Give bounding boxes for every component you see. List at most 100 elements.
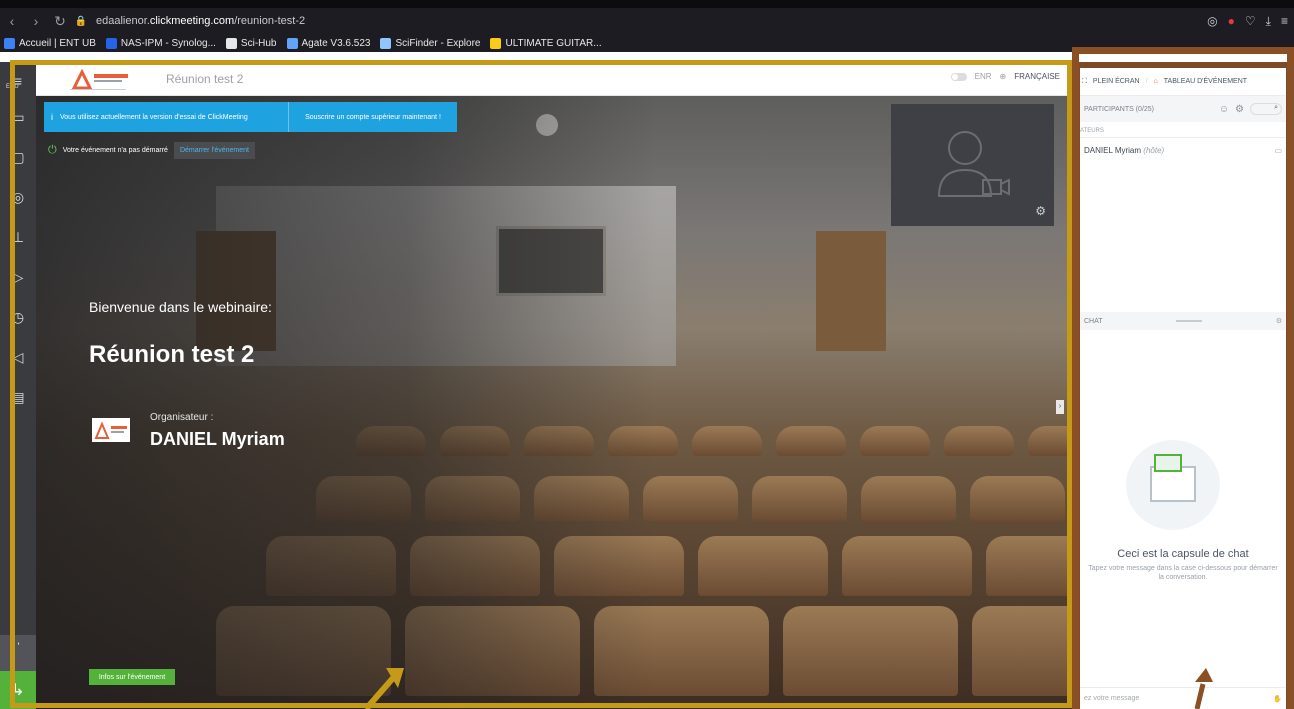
presenter-icon[interactable]: ⊥ — [0, 222, 36, 252]
chat-illustration — [1126, 440, 1220, 530]
globe-icon: ⊕ — [999, 72, 1007, 81]
menu-icon[interactable]: ≡ — [0, 66, 36, 96]
menu-icon[interactable]: ≡ — [1281, 14, 1288, 28]
bookmark-label: Accueil | ENT UB — [19, 37, 96, 49]
add-user-icon[interactable]: ☺ — [1219, 104, 1229, 115]
bookmark-item[interactable]: Agate V3.6.523 — [286, 37, 370, 49]
participant-role: (hôte) — [1143, 146, 1165, 155]
collapse-panel-icon[interactable]: › — [1056, 400, 1064, 414]
participants-count: PARTICIPANTS (0/25) — [1084, 105, 1155, 113]
participant-name: DANIEL Myriam — [1084, 146, 1142, 155]
video-icon[interactable]: ▭ — [0, 102, 36, 132]
bookmark-label: NAS-IPM - Synolog... — [120, 37, 216, 49]
sidebar-secondary-button[interactable]: ◑ — [0, 635, 36, 671]
bookmark-item[interactable]: Accueil | ENT UB — [4, 37, 96, 49]
chat-bubble-icon — [1154, 454, 1182, 472]
heart-icon[interactable]: ♡ — [1245, 14, 1256, 28]
user-camera-icon — [937, 131, 1010, 197]
background-chair — [944, 426, 1014, 456]
shield-icon[interactable]: ● — [1228, 14, 1235, 28]
megaphone-icon[interactable]: ◁ — [0, 342, 36, 372]
participant-row[interactable]: DANIEL Myriam (hôte) ▭ — [1080, 138, 1286, 163]
language-selector[interactable]: FRANÇAISE — [1014, 72, 1060, 81]
document-icon[interactable]: ▤ — [0, 382, 36, 412]
dashboard-button[interactable]: TABLEAU D'ÉVÉNEMENT — [1164, 78, 1247, 85]
share-icon[interactable]: ▷ — [0, 262, 36, 292]
reload-icon[interactable]: ↻ — [48, 13, 72, 30]
bookmark-favicon-icon — [225, 37, 237, 49]
event-stage: i Vous utilisez actuellement la version … — [36, 96, 1072, 709]
bookmark-favicon-icon — [105, 37, 117, 49]
address-bar[interactable]: edaalienor.clickmeeting.com/reunion-test… — [96, 15, 305, 27]
chat-resize-handle[interactable] — [1176, 320, 1203, 322]
background-chair — [643, 476, 738, 521]
bookmark-item[interactable]: Sci-Hub — [225, 37, 277, 49]
event-status-text: Votre événement n'a pas démarré — [62, 147, 168, 154]
event-info-button[interactable]: Infos sur l'événement — [89, 669, 175, 685]
upgrade-button[interactable]: Souscrire un compte supérieur maintenant… — [288, 102, 457, 132]
participant-group-label: ATEURS — [1080, 122, 1286, 138]
organizer-label: Organisateur : — [150, 412, 214, 423]
background-chair — [752, 476, 847, 521]
chat-settings-icon[interactable]: ⚙ — [1276, 317, 1282, 325]
bookmark-label: Sci-Hub — [240, 37, 277, 49]
recording-toggle[interactable] — [950, 72, 967, 81]
right-panel-content: ⛶ PLEIN ÉCRAN / ⌂ TABLEAU D'ÉVÉNEMENT PA… — [1080, 68, 1286, 709]
chat-input-placeholder: ez votre message — [1084, 695, 1140, 702]
chat-empty-subtitle: Tapez votre message dans la case ci-dess… — [1088, 565, 1278, 581]
right-panel: ⛶ PLEIN ÉCRAN / ⌂ TABLEAU D'ÉVÉNEMENT PA… — [1072, 62, 1294, 709]
participants-header: PARTICIPANTS (0/25) ☺ ⚙ ⌕ — [1080, 96, 1286, 122]
download-icon[interactable]: ⤓ — [1266, 14, 1271, 29]
background-chair — [861, 476, 956, 521]
event-title: Réunion test 2 — [166, 72, 244, 86]
participant-search-icon[interactable]: ⌕ — [1250, 103, 1282, 115]
welcome-text: Bienvenue dans le webinaire: — [89, 299, 272, 315]
menu-label: ENU — [6, 84, 19, 90]
left-sidebar: ≡ ENU ▭ ▢ ◎ ⊥ ▷ ◷ ◁ ▤ ◑ ↳ — [0, 62, 36, 709]
back-icon[interactable]: ‹ — [0, 13, 24, 29]
dashboard-icon: ⌂ — [1153, 78, 1158, 85]
bookmark-item[interactable]: SciFinder - Explore — [380, 37, 481, 49]
sidebar-exit-button[interactable]: ↳ — [0, 671, 36, 709]
fullscreen-icon: ⛶ — [1082, 77, 1087, 85]
bookmark-favicon-icon — [4, 37, 15, 49]
compass-icon[interactable]: ◎ — [0, 182, 36, 212]
organizer-name: DANIEL Myriam — [150, 429, 285, 449]
participants-settings-icon[interactable]: ⚙ — [1235, 104, 1244, 115]
toolbar-separator: / — [1145, 78, 1148, 85]
background-chair — [1028, 426, 1072, 456]
chat-message-input[interactable]: ez votre message ✋ — [1080, 687, 1286, 709]
background-chair — [698, 536, 828, 596]
bookmark-label: ULTIMATE GUITAR... — [505, 37, 602, 49]
background-chair — [776, 426, 846, 456]
bookmark-item[interactable]: ULTIMATE GUITAR... — [490, 37, 602, 49]
camera-settings-icon[interactable]: ⚙ — [1035, 204, 1046, 218]
poll-icon[interactable]: ◷ — [0, 302, 36, 332]
bookmarks-bar: Accueil | ENT UB NAS-IPM - Synolog... Sci-… — [0, 34, 1294, 52]
chat-label: CHAT — [1084, 317, 1103, 325]
stage-overlay — [36, 96, 656, 709]
start-event-button[interactable]: Démarrer l'événement — [173, 142, 255, 159]
bookmark-item[interactable]: NAS-IPM - Synolog... — [105, 37, 216, 49]
camera-preview: ⚙ — [891, 104, 1054, 226]
background-chair — [842, 536, 972, 596]
top-strip — [0, 52, 1294, 62]
organizer-logo — [92, 418, 130, 442]
camera-icon[interactable]: ◎ — [1207, 14, 1217, 28]
bookmark-favicon-icon — [380, 37, 392, 49]
header-controls: ENR ⊕ FRANÇAISE — [950, 72, 1060, 81]
screenshot: ‹ › ↻ 🔒 edaalienor.clickmeeting.com/reun… — [0, 0, 1294, 709]
whiteboard-icon[interactable]: ▢ — [0, 142, 36, 172]
raise-hand-icon[interactable]: ✋ — [1273, 695, 1282, 703]
background-chair — [986, 536, 1072, 596]
background-chair — [972, 606, 1072, 696]
power-icon: ⏻ — [48, 144, 57, 156]
background-door-right — [816, 231, 886, 351]
extension-area: ◎ ● ♡ ⤓ ≡ — [1207, 8, 1288, 34]
bookmark-label: SciFinder - Explore — [395, 37, 481, 49]
trial-notice: i Vous utilisez actuellement la version … — [44, 102, 457, 132]
browser-urlbar: ‹ › ↻ 🔒 edaalienor.clickmeeting.com/reun… — [0, 8, 1294, 34]
forward-icon[interactable]: › — [24, 13, 48, 29]
monitor-icon: ▭ — [1274, 146, 1282, 155]
fullscreen-button[interactable]: PLEIN ÉCRAN — [1093, 78, 1140, 85]
